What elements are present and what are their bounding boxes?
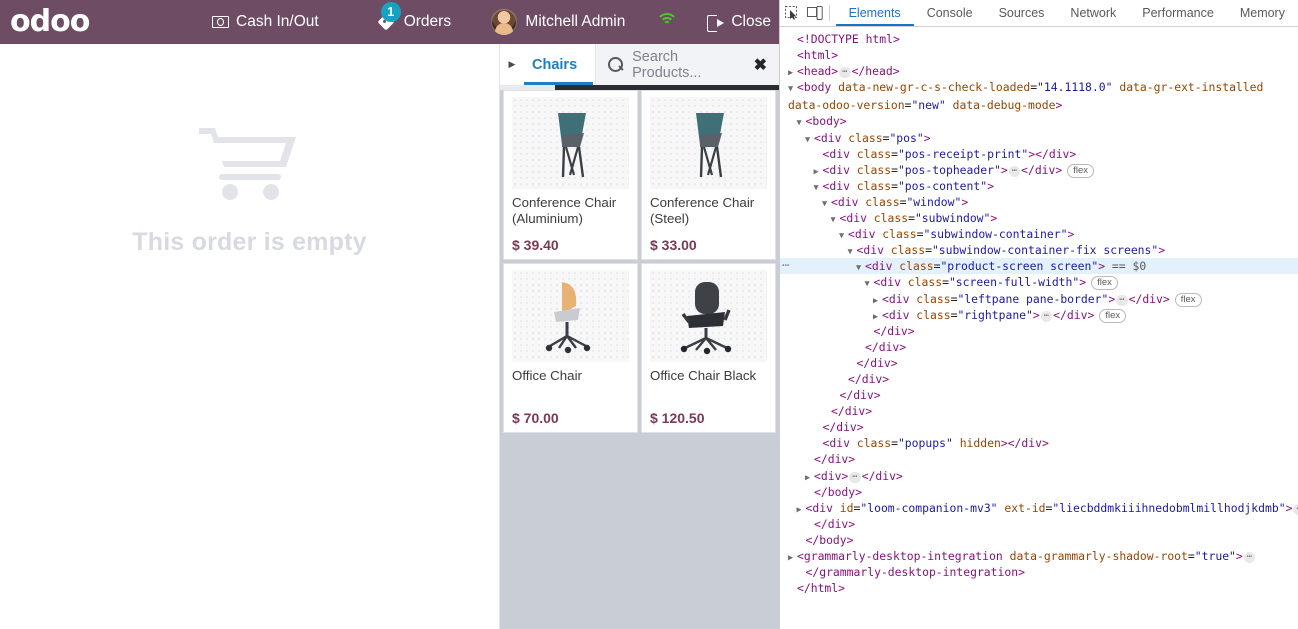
- dom-node[interactable]: </div>: [780, 419, 1298, 435]
- product-price: $ 39.40: [512, 237, 559, 253]
- product-image-office-chair-black: [650, 270, 767, 362]
- odoo-logo[interactable]: odoo: [0, 7, 160, 37]
- search-icon: [608, 57, 624, 72]
- dom-node[interactable]: </div>: [780, 516, 1298, 532]
- order-left-pane: This order is empty: [0, 44, 500, 629]
- orders-button[interactable]: 1 Orders: [369, 2, 461, 35]
- dom-node[interactable]: <div class="popups" hidden></div>: [780, 435, 1298, 451]
- product-price: $ 33.00: [650, 237, 697, 253]
- user-menu-button[interactable]: Mitchell Admin: [491, 9, 625, 35]
- chevron-right-icon[interactable]: ▶: [500, 59, 518, 70]
- dom-node[interactable]: <div class="subwindow">: [780, 210, 1298, 226]
- product-right-pane: ▶ Chairs Search Products... ✖ Conference…: [500, 44, 779, 629]
- close-label: Close: [731, 13, 771, 30]
- dom-node-selected[interactable]: ⋯<div class="product-screen screen"> == …: [780, 258, 1298, 275]
- pos-application: odoo Cash In/Out 1 Orders Mitchell Admin…: [0, 0, 779, 629]
- dom-node[interactable]: <div class="subwindow-container">: [780, 226, 1298, 242]
- avatar: [491, 9, 518, 35]
- dom-node[interactable]: </div>: [780, 323, 1298, 339]
- wifi-icon[interactable]: [655, 13, 679, 31]
- dom-node[interactable]: <div id="loom-companion-mv3" ext-id="lie…: [780, 500, 1298, 516]
- orders-label: Orders: [403, 13, 452, 30]
- product-card[interactable]: Conference Chair (Steel) $ 33.00: [641, 90, 776, 260]
- tab-elements[interactable]: Elements: [835, 0, 914, 26]
- dom-node[interactable]: <div class="pos">: [780, 130, 1298, 146]
- dom-node[interactable]: </div>: [780, 451, 1298, 467]
- shopping-cart-icon: [197, 122, 301, 206]
- close-icon[interactable]: ✖: [748, 55, 767, 75]
- tab-network[interactable]: Network: [1057, 0, 1129, 26]
- dom-tree[interactable]: <!DOCTYPE html><html><head>⋯</head><body…: [780, 27, 1298, 629]
- banknote-icon: [212, 16, 229, 28]
- category-tab-label: Chairs: [532, 56, 578, 73]
- dom-node[interactable]: <!DOCTYPE html>: [780, 31, 1298, 47]
- dom-node[interactable]: <div class="leftpane pane-border">⋯</div…: [780, 291, 1298, 307]
- tab-sources[interactable]: Sources: [986, 0, 1058, 26]
- dom-node[interactable]: <div class="pos-receipt-print"></div>: [780, 146, 1298, 162]
- dom-node[interactable]: </html>: [780, 580, 1298, 596]
- tab-performance[interactable]: Performance: [1129, 0, 1227, 26]
- toolbar-divider: [828, 5, 830, 21]
- header-right-group: Mitchell Admin Close: [491, 9, 779, 35]
- devtools-tab-strip: Elements Console Sources Network Perform…: [835, 0, 1298, 26]
- cash-in-out-label: Cash In/Out: [236, 13, 319, 30]
- dom-node[interactable]: <body data-new-gr-c-s-check-loaded="14.1…: [780, 79, 1298, 113]
- product-name: Conference Chair (Steel): [650, 195, 755, 226]
- dom-node[interactable]: <div>⋯</div>: [780, 468, 1298, 484]
- search-input[interactable]: Search Products...: [632, 49, 738, 81]
- product-card[interactable]: Office Chair $ 70.00: [503, 263, 638, 433]
- dom-node[interactable]: </div>: [780, 339, 1298, 355]
- dom-node[interactable]: </div>: [780, 371, 1298, 387]
- inspect-element-icon[interactable]: [780, 0, 803, 26]
- pos-content: This order is empty ▶ Chairs Search Prod…: [0, 44, 779, 629]
- dom-node[interactable]: <body>: [780, 113, 1298, 129]
- product-name: Conference Chair (Aluminium): [512, 195, 617, 226]
- product-price: $ 120.50: [650, 410, 705, 426]
- dom-node[interactable]: </grammarly-desktop-integration>: [780, 564, 1298, 580]
- dom-node[interactable]: <div class="window">: [780, 194, 1298, 210]
- product-name: Office Chair Black: [650, 368, 757, 383]
- product-grid: Conference Chair (Aluminium) $ 39.40 Con…: [500, 90, 779, 629]
- close-session-button[interactable]: Close: [707, 13, 771, 32]
- product-search-box[interactable]: Search Products... ✖: [595, 44, 779, 85]
- dom-node[interactable]: </div>: [780, 403, 1298, 419]
- dom-node[interactable]: <div class="pos-topheader">⋯</div>flex: [780, 162, 1298, 178]
- dom-gutter-dots: ⋯: [782, 258, 790, 273]
- dom-node[interactable]: <html>: [780, 47, 1298, 63]
- devtools-toolbar: Elements Console Sources Network Perform…: [780, 0, 1298, 27]
- dom-node[interactable]: <grammarly-desktop-integration data-gram…: [780, 548, 1298, 564]
- catalog-header: ▶ Chairs Search Products... ✖: [500, 44, 779, 85]
- device-toolbar-icon[interactable]: [803, 0, 826, 26]
- orders-count-badge: 1: [380, 2, 401, 22]
- pos-top-header: odoo Cash In/Out 1 Orders Mitchell Admin…: [0, 0, 779, 44]
- product-image-office-chair: [512, 270, 629, 362]
- empty-order-text: This order is empty: [132, 228, 367, 256]
- empty-order-placeholder: This order is empty: [132, 122, 367, 257]
- product-card[interactable]: Conference Chair (Aluminium) $ 39.40: [503, 90, 638, 260]
- logout-icon: [707, 14, 725, 32]
- dom-node[interactable]: <head>⋯</head>: [780, 63, 1298, 79]
- product-name: Office Chair: [512, 368, 582, 383]
- dom-node[interactable]: </div>: [780, 387, 1298, 403]
- app-root: odoo Cash In/Out 1 Orders Mitchell Admin…: [0, 0, 1298, 629]
- product-price: $ 70.00: [512, 410, 559, 426]
- product-image-conference-chair-aluminium: [512, 97, 629, 189]
- user-name: Mitchell Admin: [525, 13, 626, 30]
- dom-node[interactable]: <div class="rightpane">⋯</div>flex: [780, 307, 1298, 323]
- category-tab-chairs[interactable]: Chairs: [518, 44, 595, 85]
- dom-node[interactable]: </body>: [780, 532, 1298, 548]
- cash-in-out-button[interactable]: Cash In/Out: [202, 9, 329, 35]
- devtools-panel: Elements Console Sources Network Perform…: [779, 0, 1298, 629]
- tab-memory[interactable]: Memory: [1227, 0, 1298, 26]
- category-tabs: ▶ Chairs: [500, 44, 596, 85]
- dom-node[interactable]: <div class="pos-content">: [780, 178, 1298, 194]
- dom-node[interactable]: <div class="subwindow-container-fix scre…: [780, 242, 1298, 258]
- product-card[interactable]: Office Chair Black $ 120.50: [641, 263, 776, 433]
- dom-node[interactable]: </div>: [780, 355, 1298, 371]
- dom-node[interactable]: </body>: [780, 484, 1298, 500]
- disclosure-triangle-icon[interactable]: [788, 81, 797, 97]
- tab-console[interactable]: Console: [914, 0, 986, 26]
- dom-node[interactable]: <div class="screen-full-width">flex: [780, 274, 1298, 291]
- product-image-conference-chair-steel: [650, 97, 767, 189]
